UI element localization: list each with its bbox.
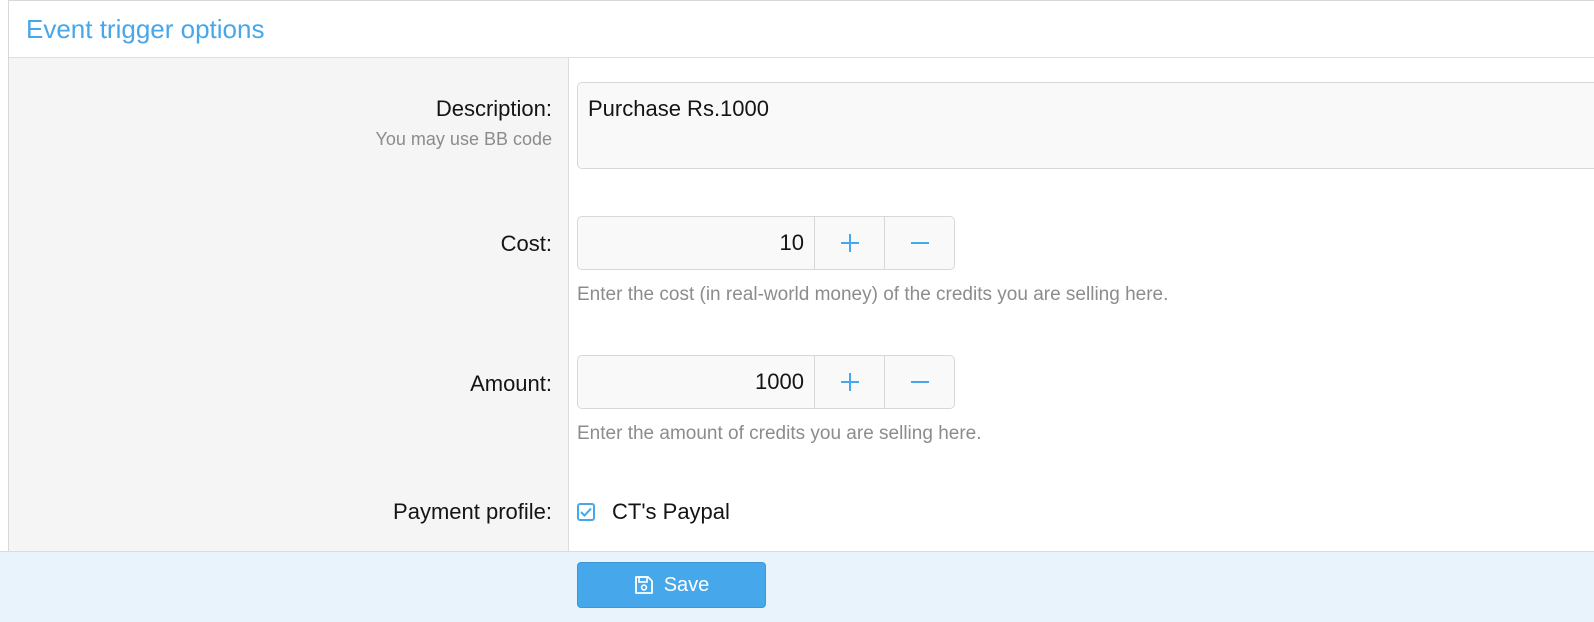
cost-input[interactable]: 10 [578, 217, 814, 269]
cost-increment-button[interactable] [814, 217, 884, 269]
amount-input[interactable]: 1000 [578, 356, 814, 408]
cost-label: Cost: [500, 231, 552, 256]
minus-icon [910, 381, 929, 383]
save-icon [634, 575, 654, 595]
cost-stepper: 10 [577, 216, 955, 270]
minus-icon [910, 242, 929, 244]
panel-header: Event trigger options [9, 1, 1594, 58]
plus-icon [840, 373, 859, 391]
plus-icon [840, 234, 859, 252]
cost-decrement-button[interactable] [884, 217, 954, 269]
description-label: Description: [435, 96, 552, 121]
amount-stepper: 1000 [577, 355, 955, 409]
amount-decrement-button[interactable] [884, 356, 954, 408]
description-textarea[interactable]: Purchase Rs.1000 [577, 82, 1594, 169]
cost-hint: Enter the cost (in real-world money) of … [577, 284, 1169, 305]
payment-profile-option-label: CT's Paypal [612, 499, 730, 524]
amount-increment-button[interactable] [814, 356, 884, 408]
save-button[interactable]: Save [577, 562, 766, 608]
payment-profile-checkbox[interactable] [577, 503, 595, 521]
payment-profile-option[interactable]: CT's Paypal [577, 497, 730, 527]
amount-label: Amount: [470, 371, 552, 396]
payment-profile-label: Payment profile: [393, 499, 552, 524]
form-footer: Save [0, 551, 1594, 622]
check-icon [580, 507, 592, 517]
panel-title: Event trigger options [26, 14, 265, 44]
save-button-label: Save [663, 573, 710, 596]
label-column: Description: You may use BB code Cost: A… [9, 58, 569, 552]
page: Event trigger options Description: You m… [0, 0, 1594, 622]
amount-hint: Enter the amount of credits you are sell… [577, 423, 982, 444]
description-hint: You may use BB code [375, 129, 552, 149]
